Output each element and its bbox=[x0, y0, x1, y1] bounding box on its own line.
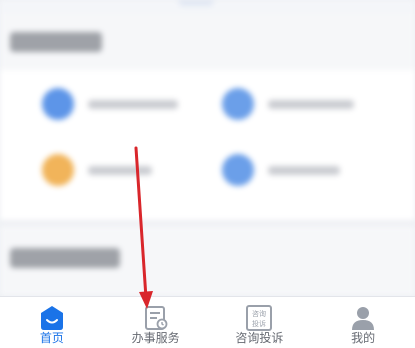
svg-text:咨询: 咨询 bbox=[252, 309, 266, 318]
tab-mine-label: 我的 bbox=[351, 331, 376, 345]
bottom-tab-bar: 首页 办事服务 咨询 投诉 咨询投诉 我的 bbox=[0, 296, 415, 348]
service-label-placeholder bbox=[88, 166, 152, 175]
service-icon bbox=[222, 154, 254, 186]
service-icon bbox=[42, 88, 74, 120]
service-icon bbox=[222, 88, 254, 120]
tab-services-label: 办事服务 bbox=[131, 331, 180, 345]
service-icon bbox=[42, 154, 74, 186]
service-label-placeholder bbox=[268, 100, 354, 109]
service-grid bbox=[0, 70, 415, 220]
service-item[interactable] bbox=[42, 88, 212, 128]
service-label-placeholder bbox=[88, 100, 178, 109]
service-label-placeholder bbox=[268, 166, 340, 175]
consult-complaint-icon: 咨询 投诉 bbox=[246, 305, 273, 331]
home-icon bbox=[39, 305, 65, 331]
user-profile-icon bbox=[350, 305, 376, 331]
tab-mine[interactable]: 我的 bbox=[311, 297, 415, 348]
blurred-content bbox=[0, 0, 415, 296]
service-list-icon bbox=[143, 305, 169, 331]
tab-consult[interactable]: 咨询 投诉 咨询投诉 bbox=[208, 297, 312, 348]
section-header bbox=[0, 226, 415, 296]
service-item[interactable] bbox=[222, 154, 392, 194]
tab-home[interactable]: 首页 bbox=[0, 297, 104, 348]
section-title-placeholder bbox=[10, 32, 102, 52]
tab-home-label: 首页 bbox=[39, 331, 64, 345]
section-title-placeholder bbox=[10, 248, 120, 268]
tab-services[interactable]: 办事服务 bbox=[104, 297, 208, 348]
service-item[interactable] bbox=[42, 154, 212, 194]
svg-text:投诉: 投诉 bbox=[252, 319, 266, 328]
tab-consult-label: 咨询投诉 bbox=[235, 331, 284, 345]
service-item[interactable] bbox=[222, 88, 392, 128]
section-header bbox=[0, 14, 415, 70]
top-indicator bbox=[178, 0, 214, 6]
